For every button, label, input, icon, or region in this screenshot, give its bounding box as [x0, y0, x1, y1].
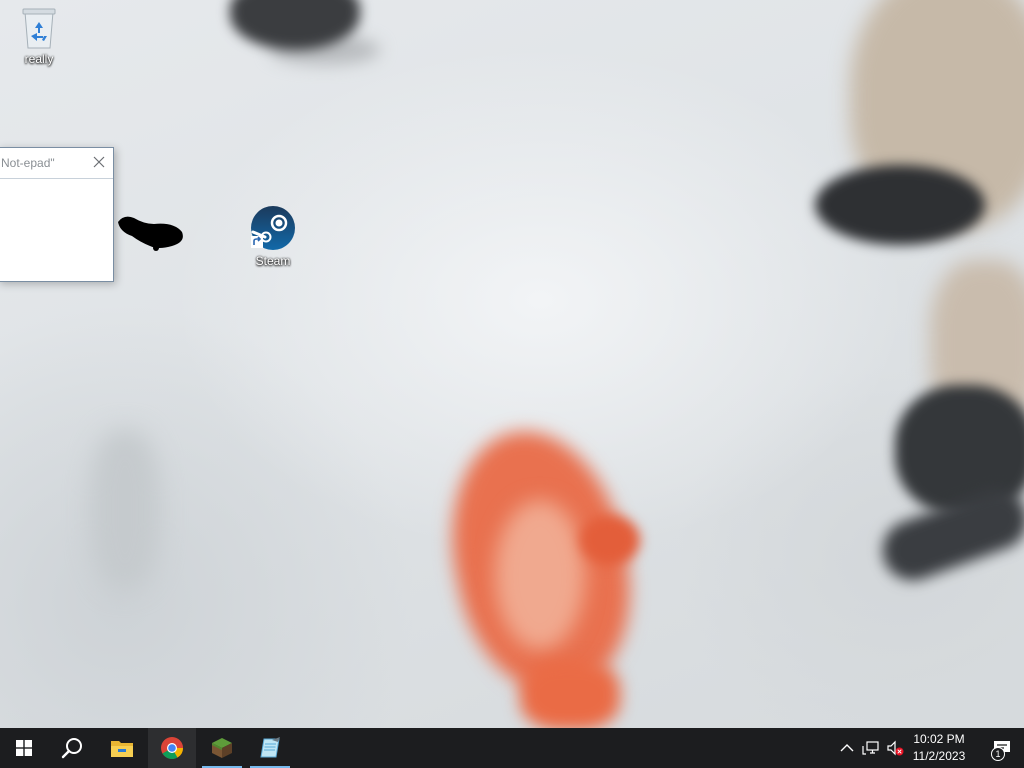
notification-count-badge: 1: [991, 747, 1005, 761]
file-explorer-icon: [111, 741, 133, 757]
network-icon[interactable]: [862, 740, 880, 756]
chrome-icon: [161, 737, 183, 759]
start-windows-icon: [16, 740, 32, 756]
window-titlebar[interactable]: Not-epad": [0, 148, 113, 179]
notepad-window[interactable]: Not-epad": [0, 147, 114, 282]
taskbar-app-minecraft[interactable]: [198, 728, 246, 768]
clock-time: 10:02 PM: [913, 732, 965, 746]
search-button[interactable]: [48, 728, 96, 768]
desktop-icon-label: Steam: [255, 254, 291, 268]
taskbar-app-notepad[interactable]: [246, 728, 294, 768]
desktop-icon-recycle-bin[interactable]: really: [2, 6, 76, 66]
steam-icon: [251, 206, 295, 250]
minecraft-icon: [212, 738, 232, 758]
taskbar-app-chrome[interactable]: [148, 728, 196, 768]
volume-muted-icon[interactable]: [886, 740, 904, 756]
recycle-bin-icon: [22, 8, 56, 49]
chevron-up-icon[interactable]: [838, 740, 856, 756]
black-blob-shape: [118, 216, 183, 251]
close-icon[interactable]: [91, 154, 107, 170]
clock-date: 11/2/2023: [912, 749, 966, 763]
taskbar-clock[interactable]: 10:02 PM 11/2/2023: [905, 731, 973, 765]
taskbar: 10:02 PM 11/2/2023: [0, 728, 1024, 768]
notepad-text-area[interactable]: [0, 179, 113, 281]
window-title: Not-epad": [1, 156, 55, 170]
desktop-icon-steam[interactable]: Steam: [236, 204, 310, 268]
taskbar-app-file-explorer[interactable]: [98, 728, 146, 768]
start-button[interactable]: [0, 728, 48, 768]
desktop-wallpaper: [0, 0, 1024, 728]
desktop-icon-label: really: [24, 52, 54, 66]
notepad-icon: [260, 737, 280, 758]
search-icon: [61, 738, 82, 759]
